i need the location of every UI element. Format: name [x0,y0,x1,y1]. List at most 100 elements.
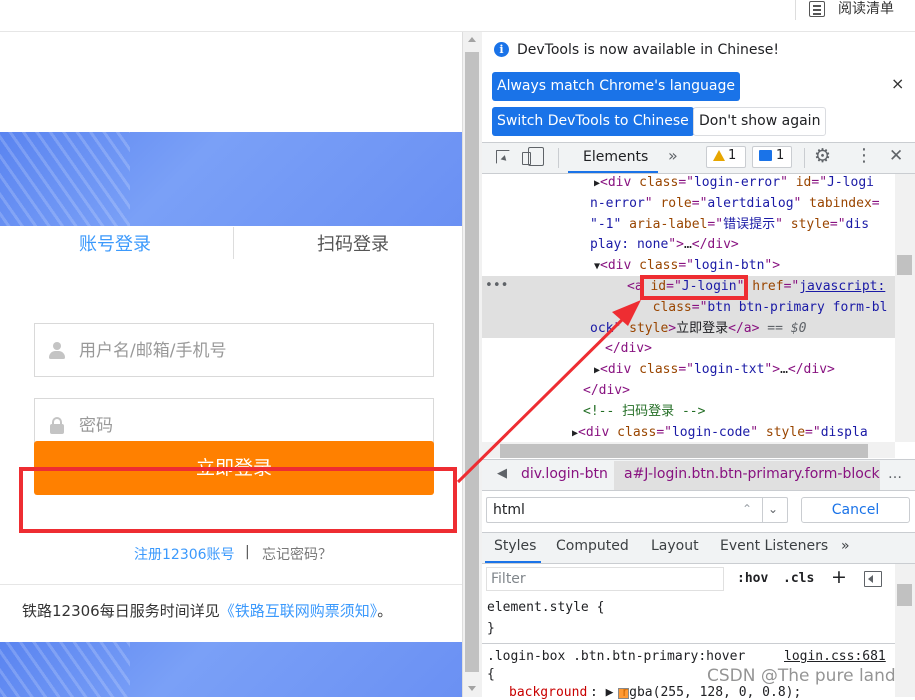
dom-node-line[interactable]: ock" style>立即登录</a> == $0 [590,319,806,340]
breadcrumb-scroll-left-icon[interactable]: ◀ [497,466,507,481]
warning-count: 1 [728,148,737,163]
dom-node-line[interactable]: <!-- 扫码登录 --> [583,402,705,423]
scroll-up-arrow-icon[interactable] [468,37,476,42]
ticket-notice-link[interactable]: 《铁路互联网购票须知》 [220,602,378,620]
dom-token: </div> [583,383,630,398]
register-link[interactable]: 注册12306账号 [134,544,235,564]
dom-node-line[interactable]: </div> [583,381,630,402]
warnings-badge[interactable] [706,146,746,168]
lock-icon [49,417,65,435]
filter-field[interactable] [486,567,724,591]
dom-node-line[interactable]: class="btn btn-primary form-bl [590,298,888,319]
dom-node-line[interactable]: ▶<div class="login-txt">…</div> [594,360,835,382]
dom-token: == $0 [759,320,807,336]
dom-token: =" [691,299,708,315]
more-options-icon[interactable]: ⋮ [855,146,873,166]
dom-token: btn btn-primary form-bl [707,299,888,315]
dom-token: ock [590,320,614,336]
search-cancel-button[interactable]: Cancel [801,497,910,523]
search-next-icon[interactable]: ⌄ [768,502,778,516]
dom-node-line[interactable]: "-1" aria-label="错误提示" style="dis [590,215,869,236]
match-language-button[interactable]: Always match Chrome's language [492,72,740,101]
dont-show-again-button[interactable]: Don't show again [693,107,827,136]
dom-token: "-1" [590,216,630,232]
message-icon [759,150,772,161]
elements-horizontal-scrollbar-thumb[interactable] [500,444,868,458]
dom-token: login-error [693,175,781,190]
password-input[interactable] [79,411,419,441]
elements-scrollbar-thumb[interactable] [897,255,912,275]
dom-token: =" [707,216,724,232]
forgot-password-link[interactable]: 忘记密码？ [262,544,332,564]
inspect-element-icon[interactable] [496,150,510,164]
reading-list-label[interactable]: 阅读清单 [838,0,894,18]
dom-token: " [613,320,630,336]
reading-list-icon[interactable] [809,1,825,17]
dom-token [590,300,645,315]
active-styles-tab-indicator [485,561,541,563]
messages-badge[interactable] [752,146,792,168]
elements-tree[interactable]: ▶<div class="login-error" id="J-logi n-er… [482,174,895,442]
switch-to-chinese-button[interactable]: Switch DevTools to Chinese [492,107,694,136]
styles-scrollbar-thumb[interactable] [897,584,912,606]
breadcrumb-item-current[interactable]: a#J-login.btn.btn-primary.form-block [624,466,880,482]
gear-icon[interactable]: ⚙ [814,146,831,166]
dom-token: " [793,195,810,211]
scroll-down-arrow-icon[interactable] [468,686,476,691]
dom-node-line[interactable]: play: none">…</div> [590,235,739,256]
tab-styles[interactable]: Styles [494,538,536,554]
more-tabs-icon[interactable]: » [668,146,678,165]
more-styles-tabs-icon[interactable]: » [841,538,850,554]
dom-token: alertdialog [707,195,794,211]
dom-token: =" [678,175,694,190]
dom-token: javascript: [799,279,886,294]
toggle-sidebar-icon[interactable] [864,571,882,587]
dom-token: … [683,237,692,253]
dom-token: =" [678,362,694,378]
search-input[interactable] [493,501,723,519]
topbar-separator [795,0,796,20]
dom-token: <!-- 扫码登录 --> [583,403,706,419]
tab-computed[interactable]: Computed [556,538,629,554]
rule-selector[interactable]: .login-box .btn.btn-primary:hover [487,649,745,664]
device-toolbar-icon[interactable] [522,147,544,166]
tab-event-listeners[interactable]: Event Listeners [720,538,828,554]
dom-node-line[interactable]: </div> [605,339,652,360]
dom-token: class [617,424,657,440]
breadcrumb-item-parent[interactable]: div.login-btn [521,466,608,482]
page-scrollbar-thumb[interactable] [465,52,479,672]
close-devtools-icon[interactable]: ✕ [889,146,903,166]
property-name[interactable]: background [509,685,587,700]
section-divider [0,584,462,585]
breadcrumb-overflow-icon[interactable]: … [888,466,902,482]
filter-input[interactable] [491,570,711,588]
devtools-toolbar [482,142,915,174]
new-style-rule-icon[interactable]: + [831,566,847,588]
dom-node-line[interactable]: n-error" role="alertdialog" tabindex= [590,194,880,215]
service-hours-end: 。 [377,602,393,620]
tab-layout[interactable]: Layout [651,538,699,554]
search-previous-icon[interactable]: ⌃ [742,502,752,516]
tab-elements[interactable]: Elements [583,149,648,165]
dom-token: = [871,195,880,211]
tab-separator [233,227,234,259]
dom-token: J-logi [827,175,874,190]
color-swatch[interactable] [618,688,629,699]
tab-account-login[interactable]: 账号登录 [40,230,190,256]
dom-node-line[interactable]: ▶<div class="login-code" style="displa [572,423,868,442]
annotation-box-id-attribute [640,275,748,300]
dom-node-line[interactable]: ▶<div class="login-error" id="J-logi [594,174,874,195]
username-input[interactable] [79,336,419,366]
dom-token: =" [691,195,708,211]
hover-state-toggle[interactable]: :hov [737,571,768,586]
link-separator: | [245,544,250,560]
elements-scrollbar[interactable] [895,174,915,442]
dom-token: "> [764,258,781,274]
username-field[interactable] [34,323,434,377]
tab-qr-login[interactable]: 扫码登录 [278,230,428,256]
dom-token: style [629,320,669,336]
element-style-selector[interactable]: element.style { [487,600,604,615]
rule-source-link[interactable]: login.css:681 [784,649,886,664]
banner-close-icon[interactable]: × [891,74,904,93]
class-toggle[interactable]: .cls [783,571,814,586]
